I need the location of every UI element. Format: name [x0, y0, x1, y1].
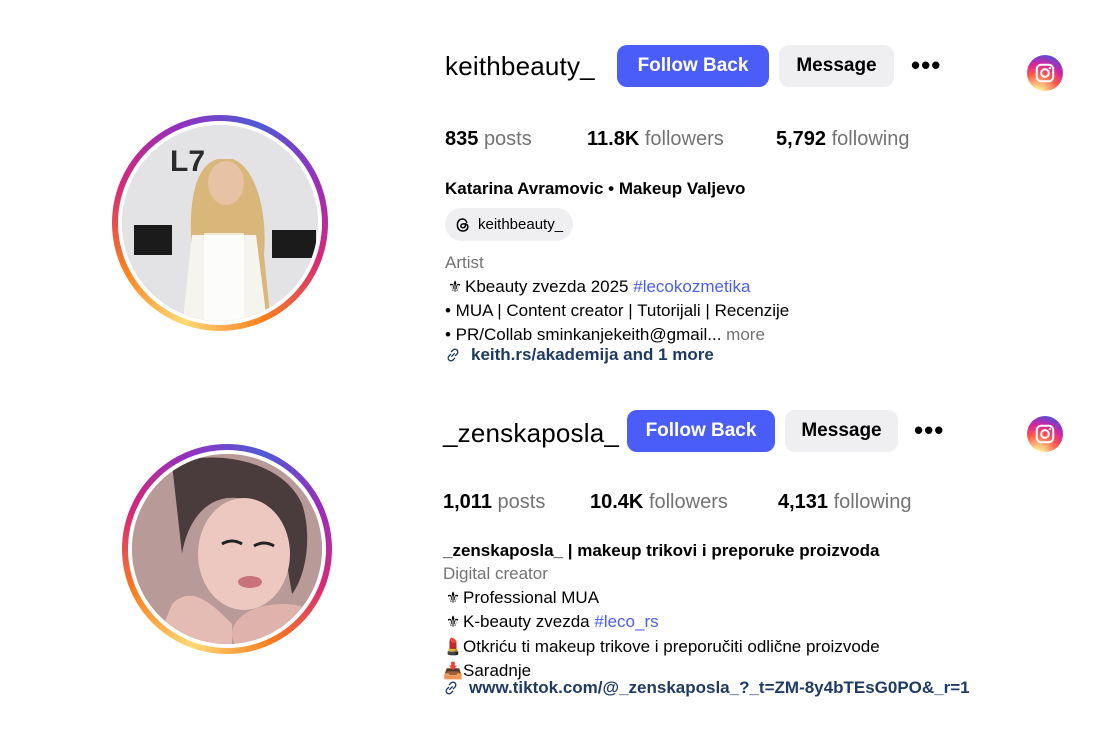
threads-icon	[454, 216, 472, 234]
profile-category: Digital creator	[443, 564, 548, 583]
profile-bio: Digital creator ⚜ Professional MUA ⚜ K-bea…	[443, 562, 880, 684]
hashtag-link[interactable]: #lecokozmetika	[633, 277, 750, 296]
avatar: L7	[122, 125, 318, 321]
profile-full-name: _zenskaposla_ | makeup trikovi i preporu…	[443, 541, 880, 560]
instagram-glyph	[1035, 63, 1055, 83]
avatar-story-ring[interactable]	[122, 444, 332, 654]
avatar	[132, 454, 322, 644]
lipstick-icon: 💄	[443, 638, 463, 656]
message-button[interactable]: Message	[785, 410, 898, 452]
hashtag-link[interactable]: #leco_rs	[594, 612, 658, 631]
profile-stats: 835 posts 11.8K followers 5,792 followin…	[445, 128, 909, 151]
bio-line: ⚜ Professional MUA	[443, 586, 880, 611]
bio-line: 💄Otkriću ti makeup trikove i preporučiti…	[443, 635, 880, 660]
more-options-icon[interactable]: •••	[911, 52, 941, 78]
bio-more-link[interactable]: more	[721, 325, 765, 344]
posts-count: 835 posts	[445, 128, 532, 150]
profile-card-zenskaposla: _zenskaposla_ Follow Back Message ••• 1,…	[0, 380, 1100, 733]
profile-links[interactable]: keith.rs/akademija and 1 more	[445, 345, 714, 365]
bio-line: • PR/Collab sminkanjekeith@gmail... more	[445, 324, 765, 344]
fleur-de-lis-icon: ⚜	[447, 278, 463, 296]
following-count[interactable]: 5,792 following	[776, 128, 909, 151]
threads-badge[interactable]: keithbeauty_	[445, 208, 574, 241]
profile-card-keithbeauty: L7 keithbeauty_ Follow Back Message ••• …	[0, 0, 1100, 380]
more-options-icon[interactable]: •••	[914, 417, 944, 443]
profile-bio: Artist ⚜ Kbeauty zvezda 2025 #lecokozmeti…	[445, 251, 789, 346]
fleur-de-lis-icon: ⚜	[445, 589, 461, 607]
instagram-glyph	[1035, 424, 1055, 444]
bio-line: ⚜ K-beauty zvezda #leco_rs	[443, 610, 880, 635]
profile-username: _zenskaposla_	[443, 418, 620, 448]
avatar-story-ring[interactable]: L7	[112, 115, 328, 331]
profile-stats: 1,011 posts 10.4K followers 4,131 follow…	[443, 491, 911, 514]
link-icon	[443, 680, 459, 696]
instagram-icon[interactable]	[1027, 416, 1063, 452]
followers-count[interactable]: 11.8K followers	[587, 128, 724, 151]
link-icon	[445, 347, 461, 363]
follow-back-button[interactable]: Follow Back	[617, 45, 769, 87]
following-count[interactable]: 4,131 following	[778, 491, 911, 514]
profile-link-text: keith.rs/akademija and 1 more	[471, 345, 714, 364]
avatar-photo-illustration: L7	[122, 125, 318, 321]
follow-back-button[interactable]: Follow Back	[627, 410, 775, 452]
profile-links[interactable]: www.tiktok.com/@_zenskaposla_?_t=ZM-8y4b…	[443, 678, 970, 698]
bio-line: • MUA | Content creator | Tutorijali | R…	[445, 301, 790, 320]
instagram-icon[interactable]	[1027, 55, 1063, 91]
profile-category: Artist	[445, 253, 484, 272]
message-button[interactable]: Message	[779, 45, 894, 87]
followers-count[interactable]: 10.4K followers	[590, 491, 728, 514]
profile-full-name: Katarina Avramovic • Makeup Valjevo	[445, 179, 746, 198]
fleur-de-lis-icon: ⚜	[445, 614, 461, 631]
avatar-photo-illustration	[132, 454, 322, 644]
threads-handle: keithbeauty_	[478, 216, 564, 233]
profile-link-text: www.tiktok.com/@_zenskaposla_?_t=ZM-8y4b…	[469, 678, 970, 697]
posts-count: 1,011 posts	[443, 491, 546, 513]
profile-username: keithbeauty_	[445, 51, 595, 81]
svg-text:L7: L7	[170, 145, 205, 178]
bio-line: ⚜ Kbeauty zvezda 2025 #lecokozmetika	[445, 275, 789, 300]
